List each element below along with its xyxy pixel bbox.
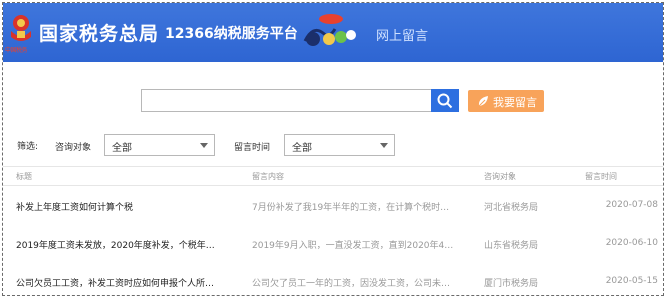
page-frame: 中国税务 国家税务总局 12366纳税服务平台 网上留言 我要留言 筛选: 咨询…	[2, 2, 664, 296]
chevron-down-icon	[380, 143, 388, 148]
filter-label: 筛选:	[17, 142, 39, 152]
message-time-value: 全部	[292, 143, 312, 154]
leave-message-button[interactable]: 我要留言	[468, 90, 544, 112]
row-date: 2020-07-08	[605, 200, 658, 210]
row-title[interactable]: 补发上年度工资如何计算个税	[16, 200, 232, 213]
row-title[interactable]: 2019年度工资未发放，2020年度补发，个税年…	[16, 238, 232, 251]
row-date: 2020-06-10	[605, 238, 658, 248]
row-target: 厦门市税务局	[484, 279, 539, 289]
consult-target-label: 咨询对象	[55, 143, 92, 153]
row-target: 河北省税务局	[484, 203, 539, 213]
row-date: 2020-05-15	[605, 276, 658, 286]
site-title[interactable]: 国家税务总局	[39, 19, 159, 46]
table-header: 标题 留言内容 咨询对象 留言时间	[3, 166, 663, 186]
platform-logo-icon	[303, 14, 356, 46]
row-title[interactable]: 公司欠员工工资，补发工资时应如何申报个人所…	[16, 276, 232, 289]
header-content: 留言内容	[252, 172, 284, 181]
row-content: 2019年9月入职，一直没发工资，直到2020年4…	[252, 241, 454, 251]
leave-message-label: 我要留言	[493, 96, 537, 109]
consult-target-value: 全部	[112, 143, 132, 154]
row-target: 山东省税务局	[484, 241, 539, 251]
header-title: 标题	[16, 172, 32, 181]
row-content: 7月份补发了我19年半年的工资，在计算个税时…	[252, 203, 450, 213]
message-time-label: 留言时间	[234, 143, 271, 153]
search-button[interactable]	[431, 89, 459, 112]
emblem-caption: 中国税务	[5, 47, 28, 54]
search-icon	[437, 93, 453, 109]
search-input[interactable]	[141, 89, 431, 112]
header-time: 留言时间	[585, 172, 617, 181]
table-row[interactable]: 补发上年度工资如何计算个税 7月份补发了我19年半年的工资，在计算个税时… 河北…	[3, 192, 663, 222]
section-title[interactable]: 网上留言	[376, 25, 428, 44]
tax-emblem-icon	[11, 15, 31, 41]
chevron-down-icon	[200, 143, 208, 148]
header-target: 咨询对象	[484, 172, 516, 181]
platform-title: 12366纳税服务平台	[165, 26, 298, 42]
table-row[interactable]: 2019年度工资未发放，2020年度补发，个税年… 2019年9月入职，一直没发…	[3, 230, 663, 260]
leaf-icon	[478, 96, 488, 107]
consult-target-select[interactable]: 全部	[104, 134, 215, 156]
message-time-select[interactable]: 全部	[284, 134, 395, 156]
row-content: 公司欠了员工一年的工资，因没发工资，公司未…	[252, 279, 451, 289]
site-header: 中国税务 国家税务总局 12366纳税服务平台 网上留言	[3, 3, 663, 62]
table-row[interactable]: 公司欠员工工资，补发工资时应如何申报个人所… 公司欠了员工一年的工资，因没发工资…	[3, 268, 663, 295]
